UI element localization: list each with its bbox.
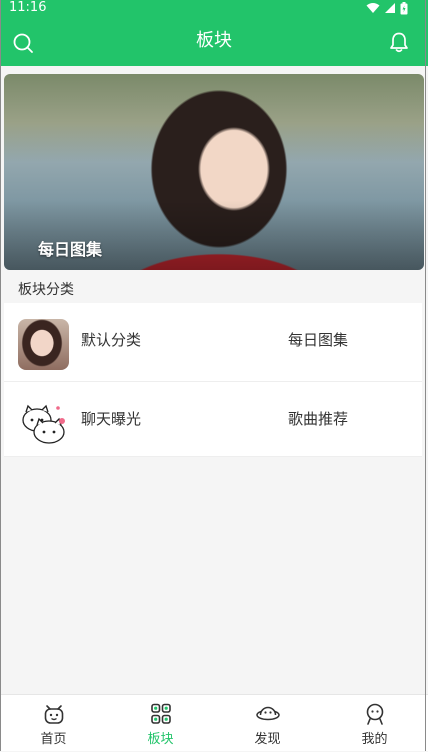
page-title: 板块 <box>196 30 232 51</box>
category-row[interactable]: 聊天曝光 歌曲推荐 <box>4 382 422 457</box>
signal-icon <box>385 3 395 13</box>
status-time: 11:16 <box>9 0 47 15</box>
battery-icon <box>400 1 408 14</box>
category-name: 默认分类 <box>81 331 142 349</box>
category-list: 默认分类 每日图集 聊天曝光 歌曲推荐 <box>4 303 422 457</box>
cat-sticker-icon <box>22 404 65 444</box>
category-extra[interactable]: 每日图集 <box>288 303 348 377</box>
tab-me[interactable]: 我的 <box>321 695 428 752</box>
wifi-icon <box>366 3 380 13</box>
section-label: 板块分类 <box>18 282 74 298</box>
top-app-bar: 板块 <box>0 16 428 66</box>
tab-discover[interactable]: 发现 <box>214 695 321 752</box>
planet-icon <box>255 706 280 721</box>
grid-icon <box>150 703 171 724</box>
tab-label: 我的 <box>361 732 388 747</box>
banner-carousel[interactable]: 每日图集 <box>4 74 424 270</box>
bell-icon[interactable] <box>388 31 410 53</box>
tab-label: 发现 <box>254 732 281 747</box>
home-icon <box>44 705 63 724</box>
status-bar: 11:16 <box>0 0 428 16</box>
category-thumbnail <box>18 398 69 449</box>
category-thumbnail <box>18 319 69 370</box>
banner-title: 每日图集 <box>38 240 103 259</box>
tab-home[interactable]: 首页 <box>0 695 107 752</box>
status-icons <box>366 1 408 15</box>
tab-boards[interactable]: 板块 <box>107 695 214 752</box>
category-name: 聊天曝光 <box>81 410 142 428</box>
bottom-tab-bar: 首页 板块 发现 我的 <box>0 694 428 751</box>
profile-icon <box>366 703 383 725</box>
category-row[interactable]: 默认分类 每日图集 <box>4 303 422 382</box>
tab-label: 板块 <box>147 732 174 747</box>
tab-label: 首页 <box>40 732 67 747</box>
category-extra[interactable]: 歌曲推荐 <box>288 382 348 456</box>
